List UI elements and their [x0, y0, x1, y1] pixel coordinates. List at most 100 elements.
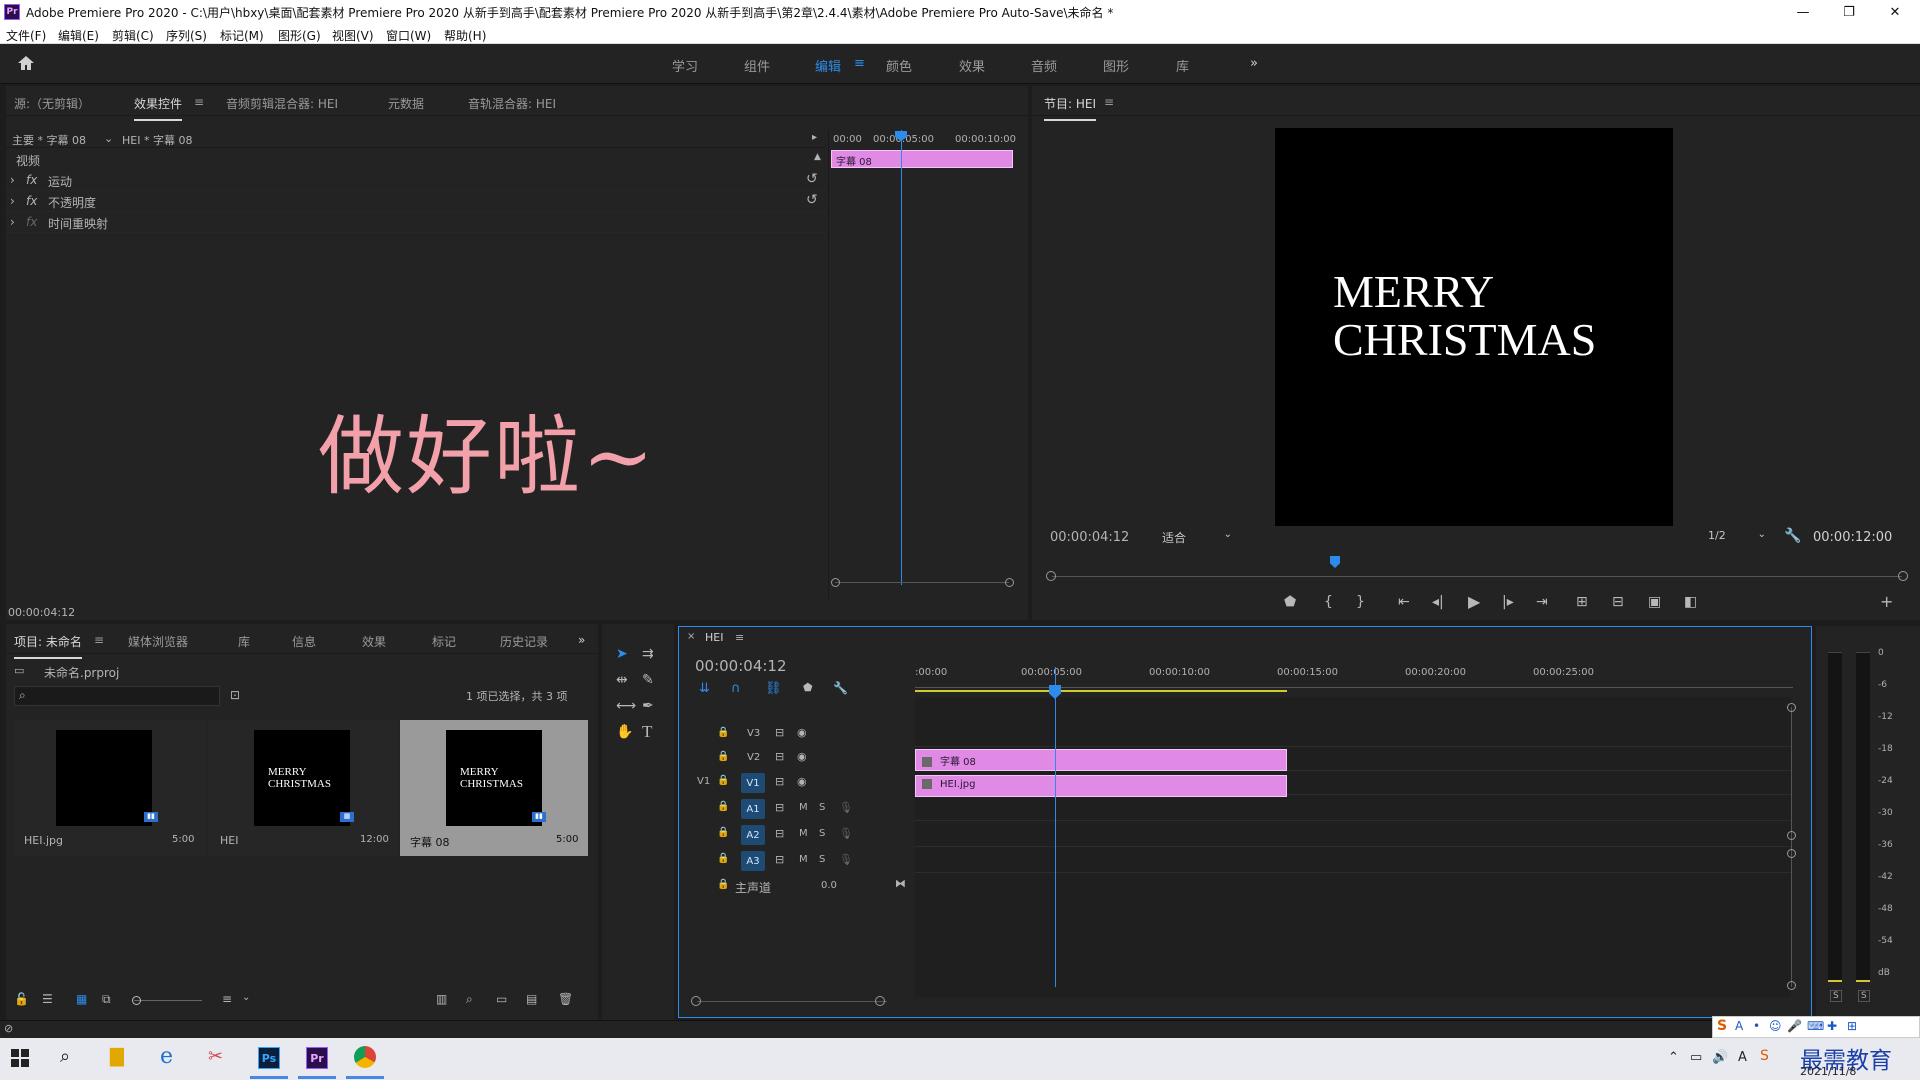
track-lane-a2[interactable]: [915, 823, 1791, 847]
track-lock-icon[interactable]: 🔒: [717, 727, 729, 738]
automate-icon[interactable]: ▥: [436, 992, 447, 1006]
scroll-handle-left[interactable]: [831, 578, 840, 587]
menu-sequence[interactable]: 序列(S): [166, 27, 207, 44]
workspace-audio[interactable]: 音频: [1031, 56, 1057, 75]
workspace-editing[interactable]: 编辑: [815, 56, 841, 75]
program-frame[interactable]: MERRY CHRISTMAS: [1275, 128, 1673, 526]
pen-tool-icon[interactable]: ✒: [642, 698, 654, 714]
workspace-effects[interactable]: 效果: [959, 56, 985, 75]
track-lock-icon[interactable]: 🔒: [717, 879, 729, 890]
project-item[interactable]: ▮▮ HEI.jpg 5:00: [14, 720, 206, 856]
tab-info[interactable]: 信息: [292, 633, 316, 650]
tab-program[interactable]: 节目: HEI: [1044, 95, 1097, 121]
work-area-bar[interactable]: [915, 690, 1287, 692]
tab-effect-controls-menu-icon[interactable]: ≡: [194, 95, 204, 109]
find-icon[interactable]: ⌕: [466, 992, 473, 1007]
workspace-color[interactable]: 颜色: [886, 56, 912, 75]
track-lock-icon[interactable]: 🔒: [717, 853, 729, 864]
track-lane-a1[interactable]: [915, 797, 1791, 821]
tab-history[interactable]: 历史记录: [500, 633, 548, 650]
mute-button[interactable]: M: [799, 854, 808, 865]
microphone-icon[interactable]: 🎙: [839, 801, 853, 814]
slip-tool-icon[interactable]: ⟷: [616, 698, 636, 714]
program-scrubber[interactable]: [1052, 576, 1902, 577]
go-to-in-icon[interactable]: ⇤: [1398, 594, 1410, 610]
scroll-handle-right[interactable]: [1005, 578, 1014, 587]
track-lock-icon[interactable]: 🔒: [717, 775, 729, 786]
effect-row-time-remap[interactable]: › fx 时间重映射: [6, 213, 826, 233]
new-bin-icon[interactable]: ⊡: [230, 688, 240, 702]
project-item[interactable]: MERRY CHRISTMAS ▦ HEI 12:00: [208, 720, 398, 856]
sequence-menu-icon[interactable]: ≡: [735, 631, 744, 644]
menu-edit[interactable]: 编辑(E): [58, 27, 99, 44]
expand-arrow-icon[interactable]: ›: [10, 215, 15, 229]
workspace-graphics[interactable]: 图形: [1103, 56, 1129, 75]
snipping-tool-icon[interactable]: ✂: [208, 1046, 223, 1067]
network-icon[interactable]: ▭: [1690, 1050, 1702, 1065]
expand-arrow-icon[interactable]: ›: [10, 173, 15, 187]
icon-view-icon[interactable]: ▦: [76, 992, 87, 1006]
hscroll-handle-left[interactable]: [691, 996, 701, 1006]
list-view-icon[interactable]: ☰: [42, 992, 53, 1006]
solo-right-button[interactable]: S: [1858, 990, 1870, 1002]
menu-graphics[interactable]: 图形(G): [278, 27, 321, 44]
vscroll-handle[interactable]: [1787, 831, 1796, 840]
vscroll-handle[interactable]: [1787, 981, 1796, 990]
menu-window[interactable]: 窗口(W): [386, 27, 431, 44]
reset-icon[interactable]: ↺: [806, 192, 818, 208]
track-lock-icon[interactable]: 🔒: [717, 801, 729, 812]
tab-effect-controls[interactable]: 效果控件: [134, 95, 183, 121]
mute-button[interactable]: M: [799, 802, 808, 813]
lift-icon[interactable]: ⊞: [1576, 594, 1588, 610]
razor-tool-icon[interactable]: ✎: [642, 672, 654, 688]
tab-sequence[interactable]: HEI: [705, 631, 723, 644]
snap-magnet-icon[interactable]: ∩: [731, 681, 741, 696]
track-target-a2[interactable]: A2: [741, 825, 765, 845]
solo-button[interactable]: S: [819, 828, 825, 839]
master-volume-value[interactable]: 0.0: [821, 880, 837, 891]
program-menu-icon[interactable]: ≡: [1104, 95, 1114, 109]
tab-markers[interactable]: 标记: [432, 633, 456, 650]
minimize-button[interactable]: —: [1780, 0, 1826, 24]
close-button[interactable]: ✕: [1872, 0, 1918, 24]
ime-icon[interactable]: A: [1738, 1050, 1747, 1065]
expand-arrow-icon[interactable]: ›: [10, 194, 15, 208]
selection-tool-icon[interactable]: ➤: [616, 646, 628, 662]
menu-clip[interactable]: 剪辑(C): [112, 27, 154, 44]
more-tabs-icon[interactable]: »: [578, 633, 585, 647]
slider-handle[interactable]: [132, 996, 141, 1005]
chevron-down-icon[interactable]: ⌄: [242, 992, 250, 1003]
breadcrumb-sequence[interactable]: HEI * 字幕 08: [122, 132, 192, 148]
solo-button[interactable]: S: [819, 854, 825, 865]
program-timecode[interactable]: 00:00:04:12: [1050, 530, 1129, 545]
vscroll-handle[interactable]: [1787, 703, 1796, 712]
microphone-icon[interactable]: 🎙: [839, 853, 853, 866]
menu-view[interactable]: 视图(V): [332, 27, 374, 44]
tab-libraries[interactable]: 库: [238, 633, 250, 650]
sync-lock-icon[interactable]: ⊟: [775, 853, 784, 866]
tab-source[interactable]: 源:（无剪辑）: [14, 95, 90, 112]
mini-scrollbar[interactable]: [835, 582, 1009, 583]
chrome-icon[interactable]: [354, 1046, 376, 1068]
project-menu-icon[interactable]: ≡: [94, 633, 104, 647]
step-forward-icon[interactable]: |▸: [1502, 594, 1514, 610]
eye-icon[interactable]: ◉: [797, 726, 807, 739]
premiere-taskbar-icon[interactable]: Pr: [306, 1047, 328, 1069]
fit-dropdown[interactable]: 适合 ⌄: [1152, 528, 1236, 546]
restore-button[interactable]: ❐: [1826, 0, 1872, 24]
menu-file[interactable]: 文件(F): [6, 27, 46, 44]
solo-left-button[interactable]: S: [1830, 990, 1842, 1002]
resolution-dropdown[interactable]: 1/2 ⌄: [1692, 528, 1768, 546]
add-marker-icon[interactable]: ⬟: [803, 681, 813, 694]
track-lane-v3[interactable]: [915, 723, 1791, 747]
hand-tool-icon[interactable]: ✋: [616, 724, 633, 740]
sogou-ime-icon[interactable]: S: [1760, 1048, 1769, 1064]
new-bin-folder-icon[interactable]: ▭: [496, 992, 507, 1006]
workspace-more-icon[interactable]: »: [1250, 56, 1258, 71]
effect-mini-timeline[interactable]: 00:00 00:00:05:00 00:00:10:00 字幕 08: [828, 130, 1018, 600]
workspace-assembly[interactable]: 组件: [744, 56, 770, 75]
reset-icon[interactable]: ↺: [806, 171, 818, 187]
edge-browser-icon[interactable]: e: [160, 1044, 173, 1069]
vscroll-handle[interactable]: [1787, 849, 1796, 858]
microphone-icon[interactable]: 🎙: [839, 827, 853, 840]
